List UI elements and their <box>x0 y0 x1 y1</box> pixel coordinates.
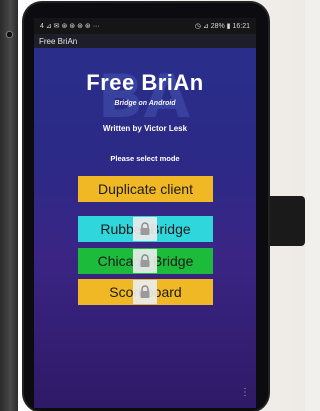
scoreboard-button[interactable]: Scoreboard <box>78 279 213 305</box>
app-subtitle: Bridge on Android <box>114 100 176 107</box>
lock-icon <box>133 280 157 304</box>
app-title-bar: Free BriAn <box>34 34 256 48</box>
lock-icon <box>133 249 157 273</box>
status-bar: 4 ⊿ ✉ ⊛ ⊛ ⊛ ⊛ ··· ◷ ⊿ 28% ▮ 16:21 <box>34 18 256 34</box>
duplicate-client-button[interactable]: Duplicate client <box>78 176 213 202</box>
case-hole <box>5 30 14 39</box>
app-title-bar-label: Free BriAn <box>39 36 78 46</box>
lock-icon <box>133 217 157 241</box>
chicago-bridge-button[interactable]: Chicago Bridge <box>78 248 213 274</box>
status-bar-right: ◷ ⊿ 28% ▮ 16:21 <box>194 23 250 30</box>
status-bar-left: 4 ⊿ ✉ ⊛ ⊛ ⊛ ⊛ ··· <box>40 23 100 30</box>
phone-case <box>0 0 18 411</box>
app-title: Free BriAn <box>86 70 204 95</box>
rubber-bridge-button[interactable]: Rubber Bridge <box>78 216 213 242</box>
duplicate-client-label: Duplicate client <box>98 181 193 197</box>
app-screen: 4 ⊿ ✉ ⊛ ⊛ ⊛ ⊛ ··· ◷ ⊿ 28% ▮ 16:21 Free B… <box>34 18 256 408</box>
author-credit: Written by Victor Lesk <box>102 124 188 133</box>
mode-prompt: Please select mode <box>110 154 180 163</box>
more-vertical-icon[interactable]: ⋮ <box>240 387 250 398</box>
